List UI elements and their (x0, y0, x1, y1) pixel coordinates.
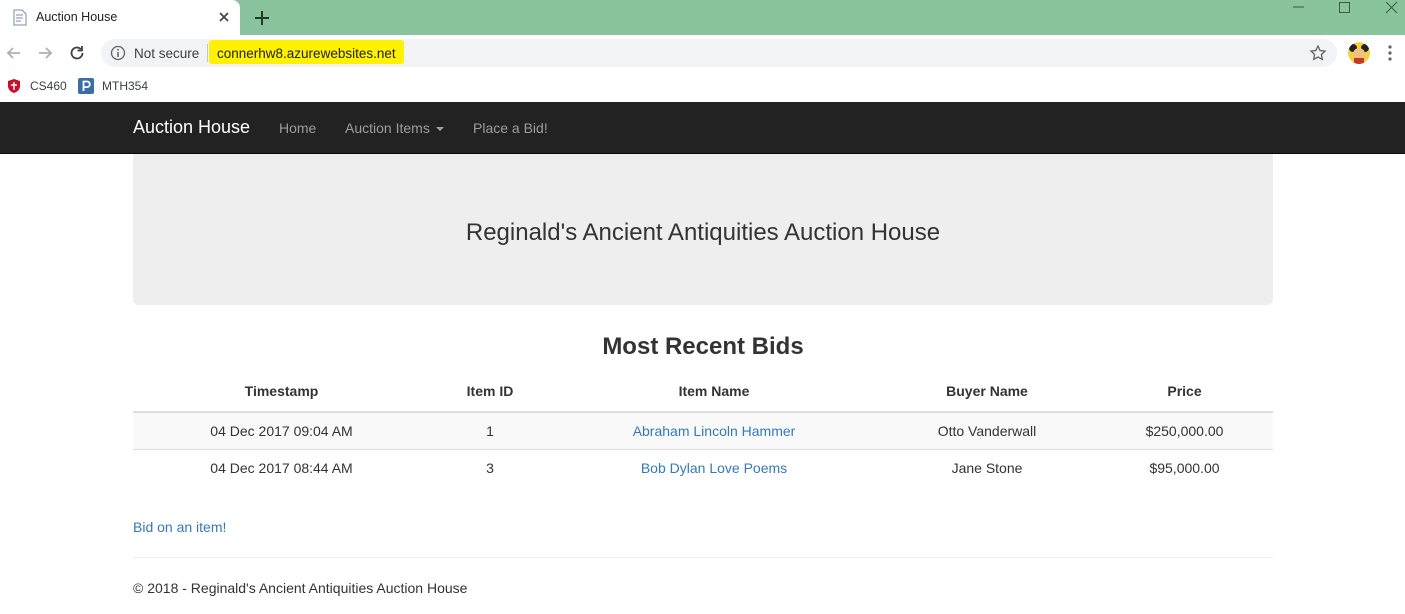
item-name-link[interactable]: Bob Dylan Love Poems (641, 460, 787, 476)
close-tab-icon[interactable] (216, 9, 232, 25)
bookmarks-bar: CS460 MTH354 (0, 71, 1405, 102)
bookmark-star-icon[interactable] (1309, 44, 1327, 62)
caret-down-icon (435, 127, 444, 132)
shield-icon (8, 79, 20, 93)
recent-bids-table: Timestamp Item ID Item Name Buyer Name P… (133, 370, 1273, 486)
column-header-item-name: Item Name (550, 370, 878, 413)
cell-item-id: 1 (430, 411, 550, 449)
address-separator (207, 44, 208, 62)
jumbotron-title: Reginald's Ancient Antiquities Auction H… (465, 219, 941, 246)
nav-home-label: Home (279, 120, 317, 136)
browser-menu-icon[interactable] (1382, 44, 1398, 62)
item-name-link[interactable]: Abraham Lincoln Hammer (633, 423, 796, 439)
cell-timestamp: 04 Dec 2017 08:44 AM (133, 448, 430, 486)
pearson-icon (78, 78, 94, 94)
bookmark-label: CS460 (30, 79, 67, 93)
cell-item-name: Bob Dylan Love Poems (550, 448, 878, 486)
cell-item-name: Abraham Lincoln Hammer (550, 411, 878, 449)
recent-bids-title: Most Recent Bids (602, 333, 804, 360)
bid-on-item-link[interactable]: Bid on an item! (133, 519, 226, 535)
new-tab-icon[interactable] (252, 8, 272, 28)
address-bar[interactable]: Not secure connerhw8.azurewebsites.net (101, 39, 1337, 67)
column-header-price: Price (1096, 370, 1273, 413)
browser-tab-strip: Auction House (0, 0, 1405, 35)
tab-title: Auction House (36, 10, 118, 24)
close-window-icon[interactable] (1368, 0, 1405, 16)
minimize-window-icon[interactable] (1276, 0, 1322, 16)
table-header-row: Timestamp Item ID Item Name Buyer Name P… (133, 370, 1273, 413)
cell-buyer-name: Jane Stone (878, 448, 1096, 486)
cell-price: $95,000.00 (1096, 448, 1273, 486)
table-row: 04 Dec 2017 09:04 AM 1 Abraham Lincoln H… (133, 411, 1273, 449)
brand-link[interactable]: Auction House (133, 117, 250, 138)
table-row: 04 Dec 2017 08:44 AM 3 Bob Dylan Love Po… (133, 448, 1273, 486)
column-header-buyer-name: Buyer Name (878, 370, 1096, 413)
bookmark-label: MTH354 (102, 79, 149, 93)
profile-avatar[interactable] (1348, 42, 1370, 64)
back-arrow-icon[interactable] (4, 43, 24, 63)
cell-timestamp: 04 Dec 2017 09:04 AM (133, 411, 430, 449)
cell-price: $250,000.00 (1096, 411, 1273, 449)
browser-toolbar: Not secure connerhw8.azurewebsites.net (0, 35, 1405, 71)
info-icon[interactable] (110, 45, 126, 61)
security-label[interactable]: Not secure (134, 46, 199, 61)
browser-tab[interactable]: Auction House (0, 0, 240, 35)
nav-place-bid-label: Place a Bid! (473, 120, 548, 136)
nav-place-bid-link[interactable]: Place a Bid! (473, 120, 548, 136)
bookmark-mth354[interactable]: MTH354 (78, 77, 148, 95)
forward-arrow-icon[interactable] (35, 43, 55, 63)
footer-divider (133, 557, 1273, 558)
cell-buyer-name: Otto Vanderwall (878, 411, 1096, 449)
site-navbar: Auction House Home Auction Items Place a… (0, 102, 1405, 154)
page-icon (13, 9, 27, 26)
nav-auction-items-dropdown[interactable]: Auction Items (345, 120, 444, 136)
bookmark-cs460[interactable]: CS460 (6, 77, 67, 95)
cell-item-id: 3 (430, 448, 550, 486)
column-header-item-id: Item ID (430, 370, 550, 413)
url-text[interactable]: connerhw8.azurewebsites.net (217, 46, 396, 61)
avatar-icon (1348, 42, 1370, 64)
maximize-window-icon[interactable] (1322, 0, 1368, 16)
nav-home-link[interactable]: Home (279, 120, 316, 136)
column-header-timestamp: Timestamp (133, 370, 430, 413)
jumbotron: Reginald's Ancient Antiquities Auction H… (133, 154, 1273, 305)
nav-auction-items-label: Auction Items (345, 120, 430, 136)
reload-icon[interactable] (67, 43, 87, 63)
footer-copyright: © 2018 - Reginald's Ancient Antiquities … (133, 580, 468, 596)
